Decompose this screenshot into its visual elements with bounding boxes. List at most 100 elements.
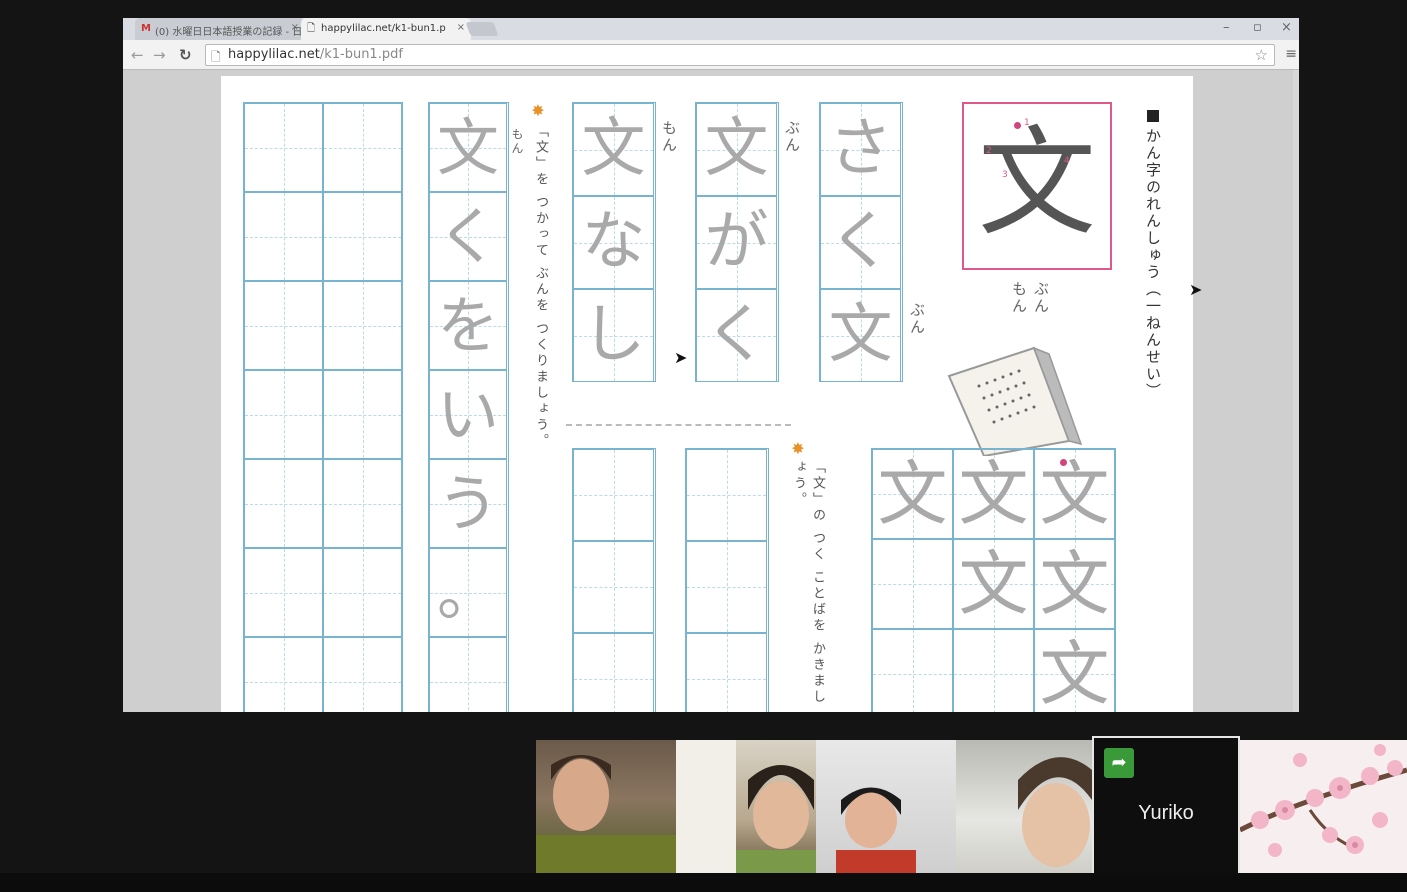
sentence-ruby: もん [510, 128, 524, 156]
blank-cell[interactable] [323, 103, 402, 192]
bookmark-star-icon[interactable]: ☆ [1255, 46, 1268, 64]
sentence-char: 。 [436, 556, 499, 629]
trace-cell[interactable] [872, 629, 953, 712]
worksheet-title: かん字のれんしゅう（一ねんせい） [1144, 128, 1162, 400]
trace-grid: 文 文 文 文 文 文 [871, 448, 1116, 712]
self-name: Yuriko [1138, 802, 1194, 824]
flower-bullet-icon: ✸ [531, 101, 545, 120]
tab-gmail[interactable]: M (0) 水曜日日本語授業の記録 - 日本語 × [135, 18, 305, 40]
divider-dashed [566, 424, 791, 426]
browser-window: M (0) 水曜日日本語授業の記録 - 日本語 × 🗋 happylilac.n… [123, 18, 1299, 712]
blank-cell[interactable] [323, 548, 402, 637]
participant-video[interactable] [676, 740, 816, 873]
blank-cell[interactable] [323, 459, 402, 548]
participant-video[interactable] [816, 740, 956, 873]
word-char: 文 [828, 298, 893, 372]
sentence-cell[interactable] [429, 637, 507, 712]
back-icon[interactable]: ← [131, 46, 144, 64]
word-char: 文 [581, 112, 646, 186]
share-screen-icon[interactable]: ➦ [1104, 748, 1134, 778]
toolbar: ← → ↻ 🗋 happylilac.net/k1-bun1.pdf ☆ ≡ [123, 40, 1299, 70]
pdf-page: かん字のれんしゅう（一ねんせい） 文 1 2 3 4 ぶん もん 文 文 文 文… [221, 76, 1193, 712]
reload-icon[interactable]: ↻ [179, 46, 192, 64]
blank-cell[interactable] [244, 548, 323, 637]
word-ruby: ぶん [908, 302, 926, 336]
sentence-char: を [436, 289, 499, 362]
word-char: く [828, 205, 893, 279]
instruction-sentence: 「文」を つかって ぶんを つくりましょう。 [533, 124, 548, 450]
word-char: 文 [704, 112, 769, 186]
word-ruby: ぶん [783, 120, 801, 154]
trace-char: 文 [1039, 453, 1110, 535]
tab-label: (0) 水曜日日本語授業の記録 - 日本語 [155, 27, 305, 38]
minimize-icon[interactable]: – [1223, 20, 1230, 35]
trace-cell[interactable] [872, 539, 953, 629]
url-path: /k1-bun1.pdf [319, 47, 403, 62]
participant-video[interactable] [956, 740, 1092, 873]
sentence-char: い [436, 378, 499, 451]
maximize-icon[interactable]: ▫ [1253, 20, 1262, 35]
sentence-column: 文 く を い う 。 [428, 102, 509, 712]
menu-icon[interactable]: ≡ [1285, 46, 1297, 62]
word-char: く [704, 298, 769, 372]
model-kanji-box: 文 1 2 3 4 [962, 102, 1112, 270]
trace-char: 文 [877, 453, 948, 535]
blank-cell[interactable] [573, 633, 654, 712]
title-square-icon [1147, 110, 1159, 122]
forward-icon[interactable]: → [153, 46, 166, 64]
tab-label: happylilac.net/k1-bun1.p [321, 23, 446, 34]
word-char: し [581, 298, 646, 372]
blank-cell[interactable] [244, 103, 323, 192]
word-char: さ [828, 112, 893, 186]
tab-bar: M (0) 水曜日日本語授業の記録 - 日本語 × 🗋 happylilac.n… [123, 18, 1299, 40]
reading-on: ぶん [1032, 281, 1050, 315]
blank-cell[interactable] [244, 459, 323, 548]
close-window-icon[interactable]: × [1281, 20, 1292, 35]
cherry-blossom-image [1240, 744, 1407, 857]
screen: M (0) 水曜日日本語授業の記録 - 日本語 × 🗋 happylilac.n… [0, 0, 1407, 892]
participant-avatar [1018, 757, 1092, 867]
close-icon[interactable]: × [457, 22, 465, 33]
blank-cell[interactable] [573, 449, 654, 541]
blank-practice-grid [243, 102, 403, 712]
mouse-cursor-icon: ➤ [674, 348, 688, 367]
participant-video[interactable] [536, 740, 676, 873]
stroke-number: 2 [986, 146, 992, 156]
blank-cell[interactable] [323, 370, 402, 459]
participant-avatar [536, 755, 676, 873]
blank-cell[interactable] [244, 281, 323, 370]
trace-char: 文 [1039, 543, 1110, 625]
blank-cell[interactable] [244, 370, 323, 459]
sentence-char: う [436, 467, 499, 540]
blank-cell[interactable] [573, 541, 654, 633]
stroke-number: 4 [1064, 156, 1070, 166]
background-image [1240, 740, 1407, 873]
blank-cell[interactable] [323, 192, 402, 281]
blank-cell[interactable] [244, 192, 323, 281]
word-column: さ く 文 [819, 102, 903, 382]
blank-cell[interactable] [323, 637, 402, 712]
participant-avatar [836, 787, 916, 873]
participant-avatar [676, 740, 816, 873]
page-icon: 🗋 [307, 23, 316, 34]
trace-char: 文 [958, 543, 1029, 625]
start-dot-icon [1014, 122, 1021, 129]
reading-kun: もん [1010, 281, 1028, 315]
gmail-icon: M [141, 23, 151, 34]
close-icon[interactable]: × [291, 22, 299, 33]
blank-cell[interactable] [686, 541, 767, 633]
bottom-bar [0, 873, 1407, 892]
address-bar[interactable]: 🗋 happylilac.net/k1-bun1.pdf ☆ [205, 44, 1275, 66]
new-tab-button[interactable] [465, 22, 499, 36]
tab-pdf[interactable]: 🗋 happylilac.net/k1-bun1.p × [301, 18, 471, 40]
blank-cell[interactable] [686, 633, 767, 712]
self-video-tile[interactable]: ➦ Yuriko [1092, 736, 1240, 877]
model-kanji: 文 [977, 114, 1096, 252]
scrollbar[interactable] [1293, 70, 1299, 712]
blank-cell[interactable] [686, 449, 767, 541]
word-ruby: もん [660, 120, 678, 154]
blank-cell[interactable] [244, 637, 323, 712]
blank-word-column [685, 448, 769, 712]
blank-cell[interactable] [323, 281, 402, 370]
trace-cell[interactable] [953, 629, 1034, 712]
